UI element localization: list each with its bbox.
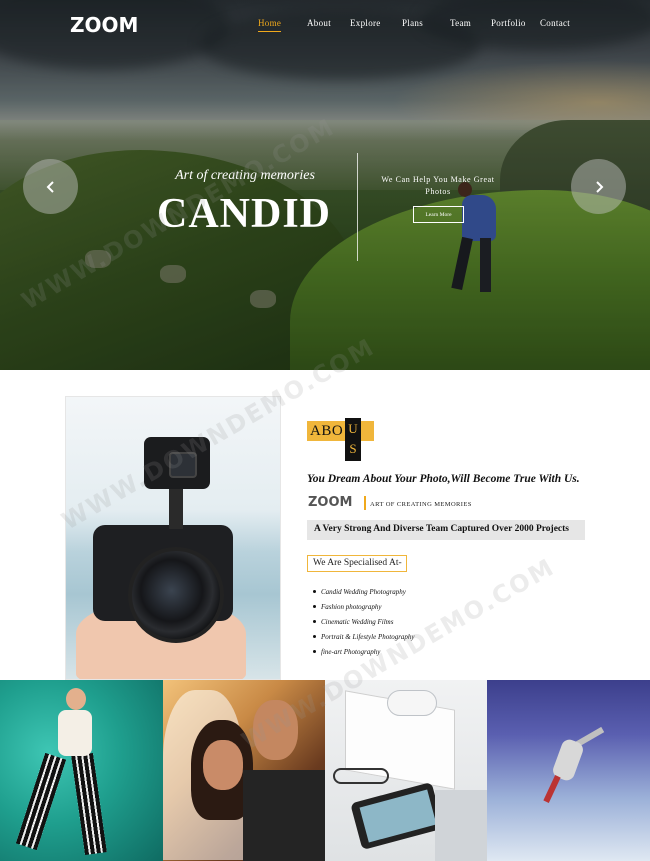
list-item: Fashion photography (313, 599, 415, 614)
nav-plans[interactable]: Plans (402, 18, 423, 28)
list-item: Cinematic Wedding Films (313, 614, 415, 629)
hero-tagline: Art of creating memories (175, 168, 315, 183)
site-logo[interactable]: ZOOM (70, 13, 138, 37)
speciality-label: Cinematic Wedding Films (321, 617, 394, 626)
chevron-left-icon (46, 180, 54, 193)
about-headline: You Dream About Your Photo,Will Become T… (307, 473, 580, 485)
bullet-icon (313, 620, 316, 623)
hero-subtitle: We Can Help You Make Great Photos (381, 175, 495, 196)
nav-explore[interactable]: Explore (350, 18, 381, 28)
about-logo: ZOOM (308, 495, 353, 510)
list-item: fine-art Photography (313, 644, 415, 659)
bullet-icon (313, 605, 316, 608)
specialised-label: We Are Specialised At- (313, 558, 402, 568)
hero-overlay (0, 0, 650, 370)
specialities-list: Candid Wedding Photography Fashion photo… (313, 584, 415, 659)
main-nav: Home About Explore Plans Team Portfolio … (250, 18, 650, 38)
hero-divider (357, 153, 358, 261)
list-item: Portrait & Lifestyle Photography (313, 629, 415, 644)
about-logo-divider (364, 496, 366, 510)
gallery-image-fashion[interactable] (0, 680, 163, 861)
slider-prev-button[interactable] (23, 159, 78, 214)
bullet-icon (313, 635, 316, 638)
gallery-image-gadgets[interactable] (325, 680, 487, 861)
speciality-label: Portrait & Lifestyle Photography (321, 632, 415, 641)
hero-title: CANDID (157, 191, 331, 237)
chevron-right-icon (595, 180, 603, 193)
nav-home[interactable]: Home (258, 18, 282, 32)
learn-more-button[interactable]: Learn More (413, 206, 464, 223)
slider-next-button[interactable] (571, 159, 626, 214)
speciality-label: Fashion photography (321, 602, 382, 611)
list-item: Candid Wedding Photography (313, 584, 415, 599)
nav-contact[interactable]: Contact (540, 18, 570, 28)
about-camera-photo (65, 396, 281, 680)
bullet-icon (313, 650, 316, 653)
about-title-part1: ABO (310, 423, 344, 439)
action-camera-lens (169, 452, 197, 478)
hero-banner: ZOOM Home About Explore Plans Team Portf… (0, 0, 650, 370)
nav-about[interactable]: About (307, 18, 331, 28)
gallery-image-skydiver[interactable] (487, 680, 650, 861)
about-logo-tagline: ART OF CREATING MEMORIES (370, 501, 472, 508)
gallery-image-wedding[interactable] (163, 680, 325, 861)
team-statement: A Very Strong And Diverse Team Captured … (314, 524, 570, 534)
speciality-label: fine-art Photography (321, 647, 381, 656)
camera-lens (128, 547, 224, 643)
nav-team[interactable]: Team (450, 18, 471, 28)
camera-mount (169, 489, 183, 529)
nav-portfolio[interactable]: Portfolio (491, 18, 526, 28)
bullet-icon (313, 590, 316, 593)
speciality-label: Candid Wedding Photography (321, 587, 406, 596)
about-title-part2: U S (348, 421, 358, 456)
